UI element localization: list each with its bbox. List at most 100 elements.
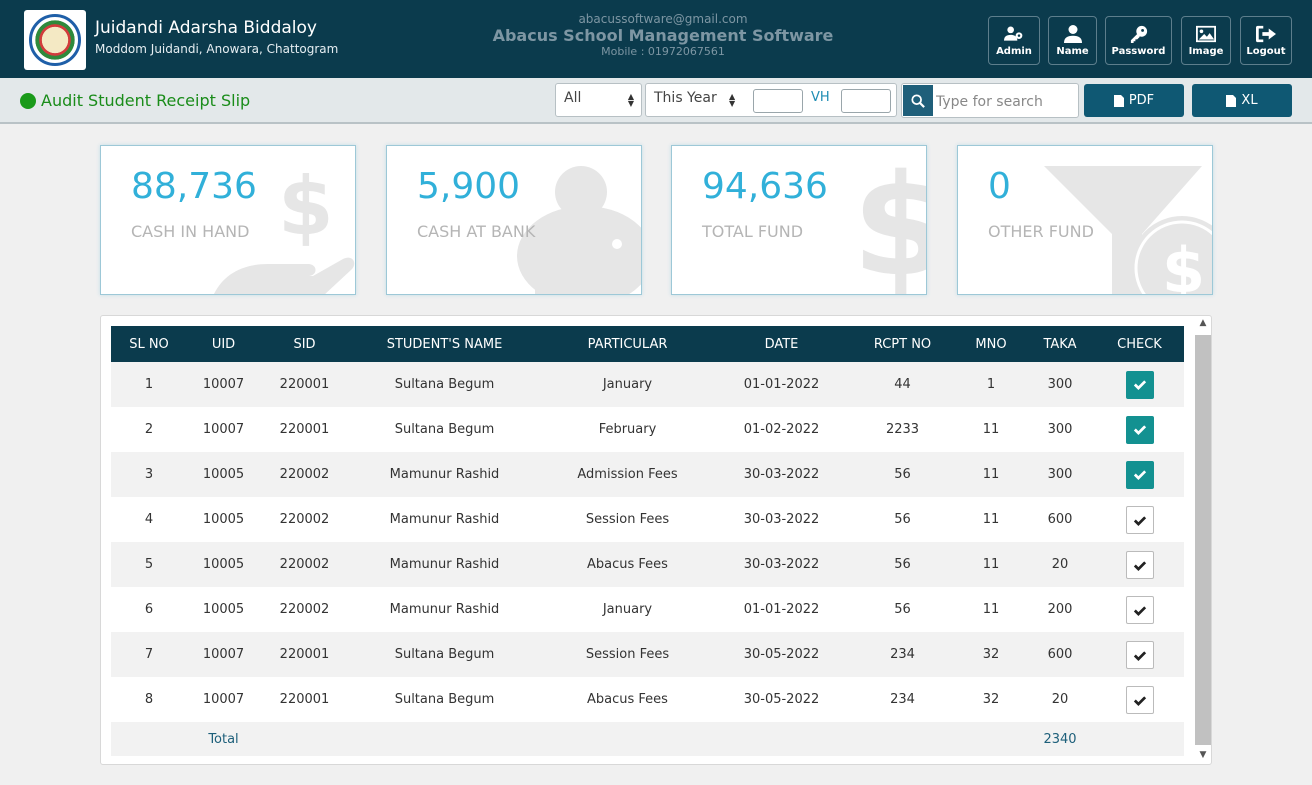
col-date[interactable]: DATE (715, 326, 848, 362)
checked-checkbox[interactable] (1125, 460, 1154, 489)
check-cell (1095, 542, 1184, 587)
key-icon (1130, 25, 1147, 43)
unchecked-checkbox[interactable] (1125, 685, 1154, 714)
software-name: Abacus School Management Software (492, 26, 834, 45)
check-cell (1095, 677, 1184, 722)
other-fund-card: 0 OTHER FUND $ (957, 145, 1213, 295)
scroll-thumb[interactable] (1195, 335, 1211, 745)
receipts-table: SL NO UID SID STUDENT'S NAME PARTICULAR … (111, 326, 1184, 756)
password-button[interactable]: Password (1105, 16, 1172, 65)
mno-cell: 32 (957, 632, 1025, 677)
table-row: 5 10005 220002 Mamunur Rashid Abacus Fees 30-… (111, 542, 1184, 587)
search-input[interactable] (936, 92, 1074, 112)
select-arrows-icon: ▲ ▼ (729, 92, 736, 108)
admin-button[interactable]: Admin (988, 16, 1040, 65)
date-cell: 30-05-2022 (715, 632, 848, 677)
svg-text:$: $ (278, 164, 334, 253)
name-button[interactable]: Name (1048, 16, 1097, 65)
col-sid[interactable]: SID (260, 326, 349, 362)
search-icon[interactable] (903, 85, 933, 116)
scroll-up-icon[interactable]: ▲ (1194, 318, 1212, 332)
student-name-cell: Mamunur Rashid (349, 497, 540, 542)
mno-cell: 11 (957, 587, 1025, 632)
col-uid[interactable]: UID (187, 326, 260, 362)
rcpt-no-cell: 56 (848, 587, 957, 632)
cash-at-bank-value: 5,900 (417, 166, 521, 207)
checked-checkbox[interactable] (1125, 415, 1154, 444)
col-student-name[interactable]: STUDENT'S NAME (349, 326, 540, 362)
rcpt-no-cell: 2233 (848, 407, 957, 452)
total-fund-label: TOTAL FUND (702, 222, 804, 241)
filter-all-value: All (564, 90, 582, 106)
taka-cell: 200 (1025, 587, 1095, 632)
checked-checkbox[interactable] (1125, 370, 1154, 399)
mno-cell: 11 (957, 542, 1025, 587)
app-header: Juidandi Adarsha Biddaloy Moddom Juidand… (0, 0, 1312, 78)
image-button-label: Image (1188, 45, 1224, 57)
range-from-input[interactable] (753, 89, 803, 113)
date-cell: 30-03-2022 (715, 542, 848, 587)
cash-at-bank-card: 5,900 CASH AT BANK (386, 145, 642, 295)
sid-cell: 220001 (260, 407, 349, 452)
mno-cell: 1 (957, 362, 1025, 407)
select-arrows-icon: ▲ ▼ (627, 92, 634, 108)
unchecked-checkbox[interactable] (1125, 595, 1154, 624)
sl-no-cell: 7 (111, 632, 187, 677)
table-row: 4 10005 220002 Mamunur Rashid Session Fees 30… (111, 497, 1184, 542)
check-cell (1095, 362, 1184, 407)
table-scrollbar[interactable]: ▲ ▼ (1194, 318, 1212, 764)
checkmark-icon (1133, 469, 1146, 480)
sid-cell: 220002 (260, 497, 349, 542)
col-sl-no[interactable]: SL NO (111, 326, 187, 362)
particular-cell: Abacus Fees (540, 677, 715, 722)
toolbar: Audit Student Receipt Slip All ▲ ▼ This Y… (0, 78, 1312, 124)
software-info: abacussoftware@gmail.com Abacus School M… (470, 12, 856, 58)
checkmark-icon (1133, 695, 1146, 706)
uid-cell: 10005 (187, 587, 260, 632)
filter-all-select[interactable]: All ▲ ▼ (555, 83, 642, 117)
logout-button[interactable]: Logout (1240, 16, 1292, 65)
sid-cell: 220001 (260, 677, 349, 722)
checkmark-icon (1133, 560, 1146, 571)
sid-cell: 220002 (260, 587, 349, 632)
uid-cell: 10007 (187, 362, 260, 407)
date-cell: 30-03-2022 (715, 452, 848, 497)
table-row: 3 10005 220002 Mamunur Rashid Admission Fees… (111, 452, 1184, 497)
user-icon (1063, 24, 1082, 43)
table-row: 7 10007 220001 Sultana Begum Session Fees 30-… (111, 632, 1184, 677)
date-cell: 01-02-2022 (715, 407, 848, 452)
pdf-file-icon (1113, 94, 1124, 107)
unchecked-checkbox[interactable] (1125, 640, 1154, 669)
other-fund-value: 0 (988, 166, 1011, 207)
check-cell (1095, 407, 1184, 452)
col-particular[interactable]: PARTICULAR (540, 326, 715, 362)
rcpt-no-cell: 56 (848, 542, 957, 587)
uid-cell: 10007 (187, 677, 260, 722)
table-body: 1 10007 220001 Sultana Begum January 01-01-20… (111, 362, 1184, 722)
sl-no-cell: 3 (111, 452, 187, 497)
xl-button[interactable]: XL (1192, 84, 1292, 117)
admin-button-label: Admin (996, 45, 1032, 57)
software-email: abacussoftware@gmail.com (578, 12, 748, 26)
table-header-row: SL NO UID SID STUDENT'S NAME PARTICULAR … (111, 326, 1184, 362)
pdf-button[interactable]: PDF (1084, 84, 1184, 117)
rcpt-no-cell: 234 (848, 632, 957, 677)
unchecked-checkbox[interactable] (1125, 550, 1154, 579)
svg-text:$: $ (852, 156, 927, 295)
date-cell: 01-01-2022 (715, 587, 848, 632)
cash-in-hand-value: 88,736 (131, 166, 257, 207)
image-button[interactable]: Image (1181, 16, 1231, 65)
cash-at-bank-label: CASH AT BANK (417, 222, 536, 241)
student-name-cell: Sultana Begum (349, 407, 540, 452)
range-to-input[interactable] (841, 89, 891, 113)
rcpt-no-cell: 44 (848, 362, 957, 407)
col-check[interactable]: CHECK (1095, 326, 1184, 362)
col-rcpt-no[interactable]: RCPT NO (848, 326, 957, 362)
scroll-down-icon[interactable]: ▼ (1194, 750, 1212, 764)
col-taka[interactable]: TAKA (1025, 326, 1095, 362)
col-mno[interactable]: MNO (957, 326, 1025, 362)
total-fund-card: 94,636 TOTAL FUND $ (671, 145, 927, 295)
date-cell: 30-03-2022 (715, 497, 848, 542)
uid-cell: 10005 (187, 497, 260, 542)
unchecked-checkbox[interactable] (1125, 505, 1154, 534)
